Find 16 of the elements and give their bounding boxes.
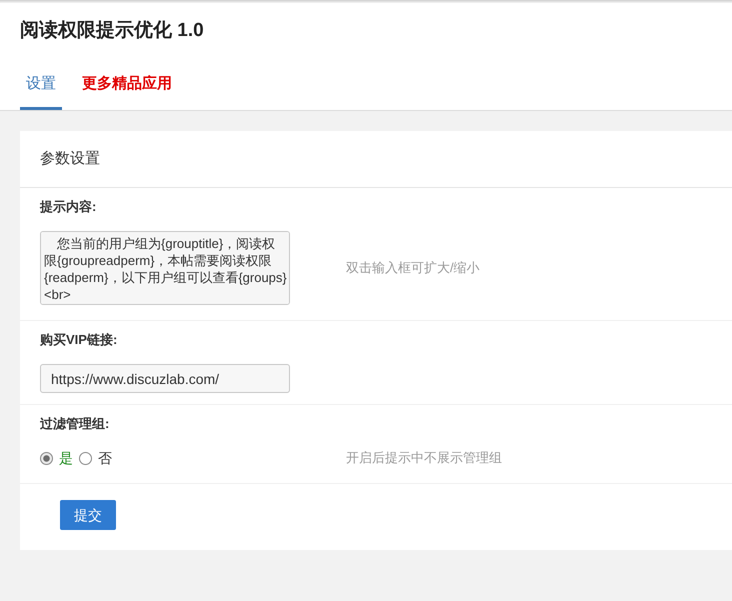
radio-label[interactable]: 否 bbox=[98, 449, 112, 467]
text-area[interactable]: 您当前的用户组为{grouptitle}，阅读权限{groupreadperm}，本帖需要阅读权限{readperm}，以下用户组可以查看{groups}<br> bbox=[40, 231, 290, 305]
more-apps-tab[interactable]: 更多精品应用 bbox=[76, 60, 178, 110]
tab[interactable]: 设置 bbox=[20, 60, 62, 110]
submit-button[interactable]: 提交 bbox=[60, 500, 116, 530]
panel-title: 参数设置 bbox=[20, 131, 732, 188]
hint-text: 双击输入框可扩大/缩小 bbox=[346, 259, 481, 277]
field-label: 过滤管理组: bbox=[40, 415, 110, 433]
field-label: 购买VIP链接: bbox=[40, 331, 118, 349]
field-label: 提示内容: bbox=[40, 198, 98, 216]
radio-button[interactable] bbox=[40, 452, 53, 464]
radio-button[interactable] bbox=[79, 452, 92, 464]
url-input-field[interactable]: https://www.discuzlab.com/ bbox=[40, 364, 290, 393]
page-title: 阅读权限提示优化 1.0 bbox=[19, 19, 205, 43]
radio-label[interactable]: 是 bbox=[59, 449, 73, 467]
hint-text: 开启后提示中不展示管理组 bbox=[346, 449, 503, 467]
